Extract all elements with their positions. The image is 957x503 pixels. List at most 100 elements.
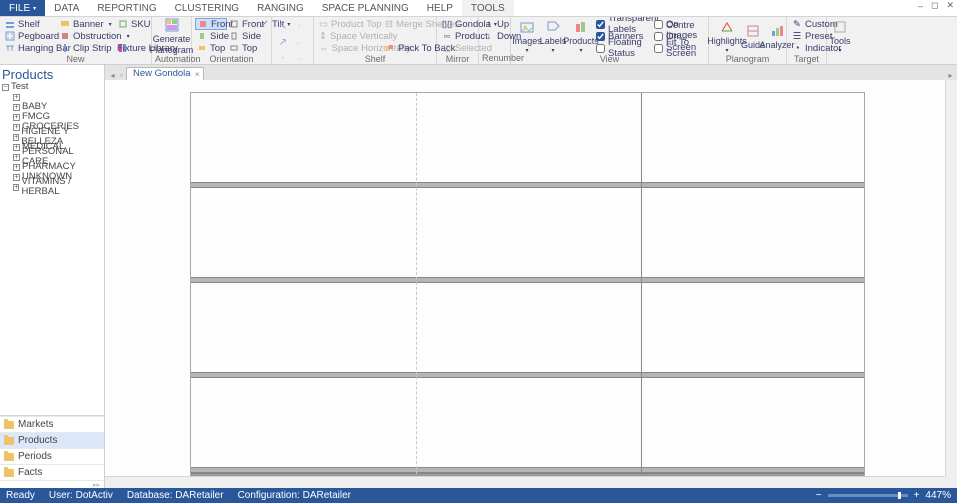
menu-file[interactable]: FILE xyxy=(0,0,45,16)
tree-item[interactable]: +BABY xyxy=(0,102,104,112)
shelf-icon xyxy=(5,19,15,29)
nav-facts[interactable]: Facts xyxy=(0,464,104,480)
shelf-slot[interactable] xyxy=(191,93,864,182)
product-top-button[interactable]: ▭Product Top xyxy=(317,18,383,30)
new-shelf-button[interactable]: Shelf xyxy=(3,18,58,30)
expand-icon[interactable]: + xyxy=(13,124,20,131)
shelf-slot[interactable] xyxy=(191,188,864,277)
view-products-button[interactable]: Products▾ xyxy=(566,18,596,54)
expand-icon[interactable]: + xyxy=(13,164,20,171)
ribbon-group-view: Images▾ Labels▾ Products▾ Transparent La… xyxy=(511,17,709,64)
arrow-e-icon[interactable]: → xyxy=(293,52,305,64)
arrow-n-icon[interactable]: ↑ xyxy=(293,20,305,32)
window-controls: – ◻ ✕ xyxy=(918,0,954,11)
new-hangingbar-button[interactable]: Hanging Bar xyxy=(3,42,58,54)
view-labels-button[interactable]: Labels▾ xyxy=(540,18,566,54)
tools-button[interactable]: Tools▾ xyxy=(830,18,851,54)
new-sku-button[interactable]: SKU xyxy=(116,18,154,30)
menu-space-planning[interactable]: SPACE PLANNING xyxy=(313,0,418,16)
ribbon-group-analysis: Highlights▾ Guide Analyzer Planogram Ana… xyxy=(709,17,787,64)
tree-item[interactable]: +VITAMINS / HERBAL xyxy=(0,182,104,192)
expand-icon[interactable]: + xyxy=(13,104,20,111)
menu-clustering[interactable]: CLUSTERING xyxy=(166,0,248,16)
collapse-icon[interactable]: − xyxy=(2,84,9,91)
chk-floating-status[interactable]: Floating Status xyxy=(596,42,654,54)
ribbon: Shelf Pegboard Hanging Bar Banner▾ Obstr… xyxy=(0,17,957,65)
expand-icon[interactable]: + xyxy=(13,114,20,121)
expand-icon[interactable]: + xyxy=(13,144,20,151)
zoom-in-button[interactable]: + xyxy=(914,490,920,501)
new-obstruction-button[interactable]: Obstruction▾ xyxy=(58,30,116,42)
group-label: View xyxy=(514,54,705,65)
ribbon-group-orientation: Front Side Top Front Side Top Tilt▾ Orie… xyxy=(192,17,272,64)
maximize-button[interactable]: ◻ xyxy=(931,0,938,11)
arrow-ne-icon[interactable]: ↗ xyxy=(277,36,289,48)
zoom-slider[interactable] xyxy=(828,494,908,497)
menu-data[interactable]: DATA xyxy=(45,0,88,16)
nav-periods[interactable]: Periods xyxy=(0,448,104,464)
tab-next-button[interactable]: ▸ xyxy=(946,71,955,80)
group-label: Orientation xyxy=(195,54,268,65)
nav-products[interactable]: Products xyxy=(0,432,104,448)
new-clipstrip-button[interactable]: Clip Strip xyxy=(58,42,116,54)
merge-shelves-button[interactable]: ⊟Merge Shelves xyxy=(383,18,438,30)
menu-ranging[interactable]: RANGING xyxy=(248,0,313,16)
orient-front2-button[interactable]: Front xyxy=(227,18,257,30)
expand-icon[interactable]: + xyxy=(13,154,20,161)
menu-reporting[interactable]: REPORTING xyxy=(88,0,165,16)
expand-icon[interactable]: + xyxy=(13,184,19,191)
expand-icon[interactable]: + xyxy=(13,174,20,181)
arrow-nw-icon[interactable]: ↖ xyxy=(277,20,289,32)
minimize-button[interactable]: – xyxy=(918,1,923,11)
panel-nav: Markets Products Periods Facts ▸▸ xyxy=(0,415,104,488)
new-banner-button[interactable]: Banner▾ xyxy=(58,18,116,30)
highlights-button[interactable]: Highlights▾ xyxy=(712,18,742,54)
highlights-icon xyxy=(719,19,735,35)
close-button[interactable]: ✕ xyxy=(946,0,954,11)
view-images-button[interactable]: Images▾ xyxy=(514,18,540,54)
chk-fit-to-screen[interactable]: Fit To Screen xyxy=(654,42,705,54)
document-tab[interactable]: New Gondola × xyxy=(126,67,204,80)
menu-tools[interactable]: TOOLS xyxy=(462,0,514,16)
center-icon[interactable]: • xyxy=(277,52,289,64)
orient-front-button[interactable]: Front xyxy=(195,18,227,30)
expand-icon[interactable]: + xyxy=(13,94,20,101)
space-horiz-button[interactable]: ⇔Space Horizontally xyxy=(317,42,383,54)
top-icon xyxy=(229,43,239,53)
space-vert-button[interactable]: ⇕Space Vertically xyxy=(317,30,383,42)
fixture-library-button[interactable]: Fixture Library xyxy=(116,42,154,54)
gondola[interactable] xyxy=(190,92,865,476)
chk-transparent-labels[interactable]: Transparent Labels xyxy=(596,18,654,30)
shelf-slot[interactable] xyxy=(191,378,864,467)
arrow-w-icon[interactable]: ← xyxy=(293,36,305,48)
menu-help[interactable]: HELP xyxy=(418,0,462,16)
orient-top2-button[interactable]: Top xyxy=(227,42,257,54)
tree-item[interactable]: + xyxy=(0,92,104,102)
clipstrip-icon xyxy=(60,43,70,53)
images-icon xyxy=(519,19,535,35)
nav-markets[interactable]: Markets xyxy=(0,416,104,432)
expand-icon[interactable]: + xyxy=(13,134,19,141)
orient-side-button[interactable]: Side xyxy=(195,30,227,42)
canvas[interactable] xyxy=(105,80,957,488)
side-icon xyxy=(197,31,207,41)
product-tree[interactable]: −Test + +BABY +FMCG +GROCERIES +HIGIENE … xyxy=(0,82,104,415)
pack-to-back-button[interactable]: Pack To Back xyxy=(383,42,438,54)
tab-prev-button[interactable]: ◂ xyxy=(108,71,117,80)
zoom-control[interactable]: − + 447% xyxy=(816,490,951,501)
tab-close-button[interactable]: × xyxy=(117,71,126,80)
shelf-slot[interactable] xyxy=(191,283,864,372)
zoom-out-button[interactable]: − xyxy=(816,490,822,501)
tree-root[interactable]: −Test xyxy=(0,82,104,92)
vertical-scrollbar[interactable] xyxy=(945,80,957,476)
ribbon-group-facings: ✎Custom ☰Preset ◔Indicator Target Facing… xyxy=(787,17,827,64)
orient-side2-button[interactable]: Side xyxy=(227,30,257,42)
panel-gripper[interactable]: ▸▸ xyxy=(0,480,104,488)
planogram-icon xyxy=(164,17,180,33)
new-pegboard-button[interactable]: Pegboard xyxy=(3,30,58,42)
orient-top-button[interactable]: Top xyxy=(195,42,227,54)
merge-icon: ⊟ xyxy=(385,19,393,29)
generate-planogram-button[interactable]: Generate Planogram xyxy=(153,18,191,54)
horizontal-scrollbar[interactable] xyxy=(105,476,945,488)
pegboard-icon xyxy=(5,31,15,41)
